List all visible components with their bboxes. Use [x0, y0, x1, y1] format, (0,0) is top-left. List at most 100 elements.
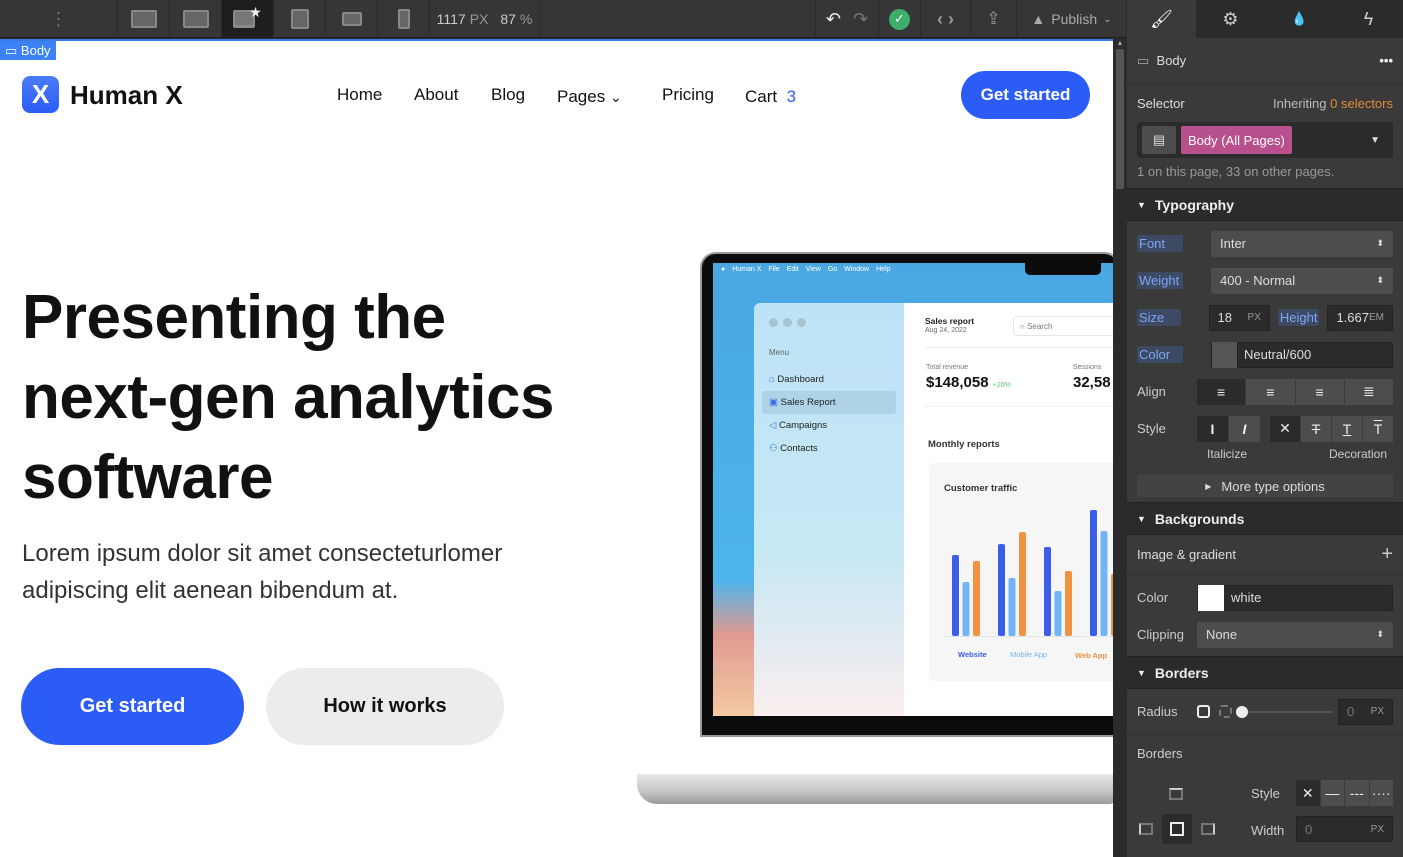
more-options-icon[interactable]: ••• [1379, 53, 1393, 68]
line-height-input[interactable]: 1.667 EM [1327, 304, 1393, 331]
how-it-works-button[interactable]: How it works [266, 668, 504, 745]
vertical-dots-icon: ⋮ [49, 8, 68, 29]
mock-menu-item: ▣ Sales Report [762, 391, 896, 414]
border-solid-icon[interactable]: — [1320, 780, 1345, 806]
radius-all-icon[interactable] [1197, 705, 1210, 718]
device-desktop-xl[interactable] [118, 0, 170, 38]
italic-off-icon[interactable]: I [1197, 415, 1229, 442]
border-dotted-icon[interactable]: ···· [1369, 780, 1393, 806]
decoration-none-icon[interactable]: ✕ [1270, 415, 1301, 442]
tab-settings[interactable]: ⚙ [1196, 0, 1265, 38]
brand-logo[interactable]: X [22, 76, 59, 113]
align-right-icon[interactable]: ≡ [1295, 378, 1345, 405]
border-width-input[interactable]: 0 PX [1296, 816, 1393, 842]
border-right-icon[interactable] [1201, 823, 1215, 835]
tab-style-manager[interactable]: 💧 [1265, 0, 1334, 38]
backgrounds-section-header[interactable]: ▼ Backgrounds [1127, 502, 1403, 535]
plus-icon[interactable]: + [1381, 543, 1393, 566]
redo-icon[interactable]: ↷ [853, 9, 868, 30]
hero-get-started-button[interactable]: Get started [21, 668, 244, 745]
mock-chart-bar [1019, 532, 1026, 636]
font-select[interactable]: Inter ⬍ [1211, 230, 1393, 257]
mock-menu-label: Dashboard [777, 374, 824, 385]
canvas-scrollbar[interactable]: ▲ [1113, 38, 1127, 857]
menubar-item: Edit [786, 266, 799, 273]
size-input[interactable]: 18 PX [1208, 304, 1270, 331]
align-justify-icon[interactable]: ≣ [1344, 378, 1393, 405]
radius-slider[interactable] [1236, 705, 1332, 718]
selector-state-icon[interactable]: ▤ [1142, 126, 1176, 154]
mock-chart-bar [1100, 531, 1108, 636]
color-swatch[interactable] [1212, 341, 1238, 368]
device-tablet[interactable] [274, 0, 326, 38]
border-dashed-icon[interactable]: --- [1345, 780, 1370, 806]
size-label: Size [1137, 309, 1181, 326]
more-type-options-button[interactable]: ▶ More type options [1137, 475, 1393, 497]
device-mobile-portrait[interactable] [378, 0, 430, 38]
radius-individual-icon[interactable] [1219, 705, 1232, 718]
italic-on-icon[interactable]: I [1229, 415, 1260, 442]
cart-count: 3 [786, 87, 797, 106]
selected-element-tag[interactable]: ▭ Body [0, 41, 56, 60]
mobile-portrait-icon [397, 9, 410, 29]
hero-subtitle: Lorem ipsum dolor sit amet consecteturlo… [22, 535, 502, 609]
menubar-item: Window [844, 266, 870, 273]
border-top-icon[interactable] [1169, 788, 1183, 800]
panel-element-name: Body [1156, 53, 1187, 68]
design-canvas[interactable]: ▭ Body X Human X Home About Blog Pages ⌄… [0, 39, 1113, 857]
borders-section-header[interactable]: ▼ Borders [1127, 656, 1403, 689]
tab-style[interactable]: 🖌 [1127, 0, 1196, 38]
code-icon[interactable]: ‹ › [937, 9, 954, 30]
nav-pricing[interactable]: Pricing [662, 85, 714, 105]
border-left-icon[interactable] [1139, 823, 1153, 835]
align-left-icon[interactable]: ≡ [1197, 378, 1247, 405]
typography-section-header[interactable]: ▼ Typography [1127, 188, 1403, 221]
line-height-unit: EM [1369, 312, 1384, 323]
text-color-field[interactable]: Neutral/600 [1211, 341, 1393, 368]
nav-home[interactable]: Home [337, 85, 382, 105]
selector-chip[interactable]: Body (All Pages) [1181, 126, 1292, 154]
more-menu-button[interactable]: ⋮ [0, 0, 118, 38]
border-width-unit: PX [1370, 823, 1384, 835]
border-all-button[interactable] [1162, 814, 1192, 844]
apple-icon: ● [721, 266, 726, 273]
weight-select[interactable]: 400 - Normal ⬍ [1211, 267, 1393, 294]
inherit-count-link[interactable]: 0 selectors [1330, 96, 1393, 111]
selected-element-label: Body [20, 43, 51, 58]
header-get-started-button[interactable]: Get started [961, 71, 1090, 119]
device-desktop-l[interactable] [170, 0, 222, 38]
updown-icon: ⬍ [1376, 238, 1384, 248]
mock-chart-bar [962, 582, 970, 636]
tab-interactions[interactable]: ϟ [1334, 0, 1403, 38]
mock-menu-item: ⌂ Dashboard [769, 374, 824, 385]
caret-down-icon[interactable]: ▼ [1370, 135, 1380, 146]
nav-cart[interactable]: Cart 3 [745, 87, 796, 107]
publish-button[interactable]: ▲ Publish ⌄ [1017, 0, 1127, 38]
bg-color-field[interactable]: white [1197, 584, 1393, 611]
mock-main: Sales report Aug 24, 2022 ○ Search Total… [904, 303, 1113, 716]
overline-icon[interactable]: T [1363, 415, 1393, 442]
underline-icon[interactable]: T [1332, 415, 1363, 442]
hero-subtitle-line: adipiscing elit aenean bibendum at. [22, 577, 399, 604]
nav-blog[interactable]: Blog [491, 85, 525, 105]
caret-right-icon: ▶ [1205, 481, 1212, 491]
strikethrough-icon[interactable]: T [1301, 415, 1332, 442]
camera-notch [1025, 263, 1101, 275]
undo-icon[interactable]: ↶ [826, 9, 841, 30]
clipping-select[interactable]: None ⬍ [1197, 621, 1393, 648]
rocket-icon: ▲ [1031, 11, 1046, 27]
border-none-icon[interactable]: ✕ [1296, 780, 1321, 806]
device-desktop-base[interactable]: ★ [222, 0, 274, 38]
export-icon[interactable]: ⇪ [986, 9, 1000, 29]
saved-check-icon[interactable]: ✓ [889, 8, 910, 30]
more-type-options-label: More type options [1221, 478, 1325, 494]
radius-input[interactable]: 0 PX [1338, 698, 1393, 725]
align-center-icon[interactable]: ≡ [1246, 378, 1296, 405]
nav-about[interactable]: About [414, 85, 458, 105]
clipping-label: Clipping [1137, 627, 1184, 642]
nav-pages[interactable]: Pages ⌄ [557, 87, 622, 107]
color-swatch[interactable] [1198, 584, 1224, 611]
selector-field[interactable]: ▤ Body (All Pages) ▼ [1137, 122, 1393, 158]
brand-name[interactable]: Human X [70, 80, 183, 111]
device-mobile-landscape[interactable] [326, 0, 378, 38]
